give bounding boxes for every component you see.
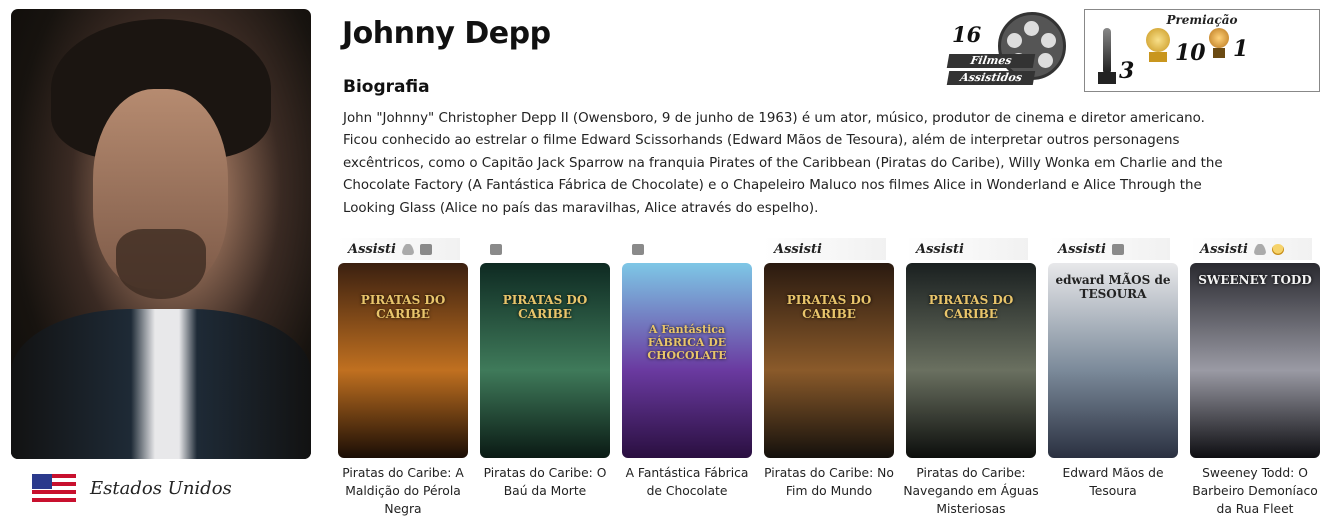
film-title[interactable]: Piratas do Caribe: O Baú da Morte [474,464,616,500]
film-card[interactable]: Assisti PIRATAS DO CARIBE Piratas do Carib… [903,238,1046,516]
film-reel-icon[interactable] [632,243,644,255]
film-title[interactable]: Sweeney Todd: O Barbeiro Demoníaco da Ru… [1184,464,1326,518]
film-status-label: Assisti [774,241,822,257]
actor-name: Johnny Depp [342,16,551,51]
film-status-bar: Assisti [1048,238,1170,260]
film-reel-icon[interactable] [1111,243,1124,255]
film-status-bar: Assisti [1190,238,1312,260]
poster-logo: PIRATAS DO CARIBE [786,293,872,321]
person-icon[interactable] [401,243,414,255]
award-golden-globe[interactable]: 10 [1143,28,1206,66]
films-watched-line1: Filmes [946,54,1036,68]
film-status-label: Assisti [348,241,396,257]
golden-globe-icon [1143,28,1173,62]
photo-beard [116,229,206,299]
film-status-label: Assisti [916,241,964,257]
film-reel-icon[interactable] [419,243,432,255]
film-status-bar: Assisti [764,238,886,260]
film-poster[interactable]: edward MÃOS de TESOURA [1048,263,1178,458]
film-title[interactable]: Piratas do Caribe: No Fim do Mundo [758,464,900,500]
bio-text: John "Johnny" Christopher Depp II (Owens… [343,111,1223,216]
actor-photo [11,9,311,459]
film-card[interactable]: Assisti SWEENEY TODD Sweeney Todd: O Barbe… [1190,238,1330,516]
film-poster[interactable]: SWEENEY TODD [1190,263,1320,458]
trophy-icon[interactable] [1271,243,1284,255]
film-status-label: Assisti [1058,241,1106,257]
oscar-statuette-icon [1097,28,1117,84]
film-card[interactable]: Assisti PIRATAS DO CARIBE Piratas do Carib… [764,238,904,498]
film-title[interactable]: A Fantástica Fábrica de Chocolate [616,464,758,500]
awards-title: Premiação [1166,13,1238,27]
films-watched-line2: Assistidos [946,71,1036,85]
globe-trophy-icon [1207,28,1231,58]
film-poster[interactable]: PIRATAS DO CARIBE [338,263,468,458]
film-status-bar [622,238,744,260]
awards-panel: Premiação 3 10 1 [1084,9,1320,92]
films-watched-count: 16 [952,22,982,47]
film-poster[interactable]: A Fantástica FÁBRICA DE CHOCOLATE [622,263,752,458]
poster-logo: A Fantástica FÁBRICA DE CHOCOLATE [647,323,727,362]
film-title[interactable]: Piratas do Caribe: A Maldição do Pérola … [332,464,474,518]
award-count: 10 [1175,40,1206,66]
film-title[interactable]: Piratas do Caribe: Navegando em Águas Mi… [900,464,1042,518]
film-poster[interactable]: PIRATAS DO CARIBE [906,263,1036,458]
film-status-bar [480,238,602,260]
award-count: 1 [1233,36,1249,62]
film-card[interactable]: PIRATAS DO CARIBE Piratas do Caribe: O Ba… [480,238,620,498]
award-globe-trophy[interactable]: 1 [1207,28,1248,62]
film-title[interactable]: Edward Mãos de Tesoura [1042,464,1184,500]
photo-jacket [11,309,311,459]
film-poster[interactable]: PIRATAS DO CARIBE [764,263,894,458]
poster-logo: PIRATAS DO CARIBE [928,293,1014,321]
award-oscar[interactable]: 3 [1097,28,1134,84]
film-card[interactable]: A Fantástica FÁBRICA DE CHOCOLATE A Fantá… [622,238,762,498]
country-label: Estados Unidos [90,477,232,499]
film-poster[interactable]: PIRATAS DO CARIBE [480,263,610,458]
film-card[interactable]: Assisti PIRATAS DO CARIBE Piratas do Carib… [338,238,478,516]
us-flag-icon [32,474,76,502]
film-reel-icon [998,12,1066,80]
film-card[interactable]: Assisti edward MÃOS de TESOURA Edward Mãos… [1048,238,1188,498]
actor-country: Estados Unidos [32,474,232,502]
poster-logo: edward MÃOS de TESOURA [1055,273,1171,301]
poster-logo: SWEENEY TODD [1198,273,1312,287]
poster-logo: PIRATAS DO CARIBE [502,293,588,321]
film-status-bar: Assisti [906,238,1028,260]
bio-heading: Biografia [343,77,430,97]
film-reel-icon[interactable] [490,243,502,255]
film-status-label: Assisti [1200,241,1248,257]
award-count: 3 [1119,58,1135,84]
poster-logo: PIRATAS DO CARIBE [360,293,446,321]
person-icon[interactable] [1253,243,1266,255]
film-status-bar: Assisti [338,238,460,260]
films-watched-badge[interactable]: 16 Filmes Assistidos [946,10,1072,96]
